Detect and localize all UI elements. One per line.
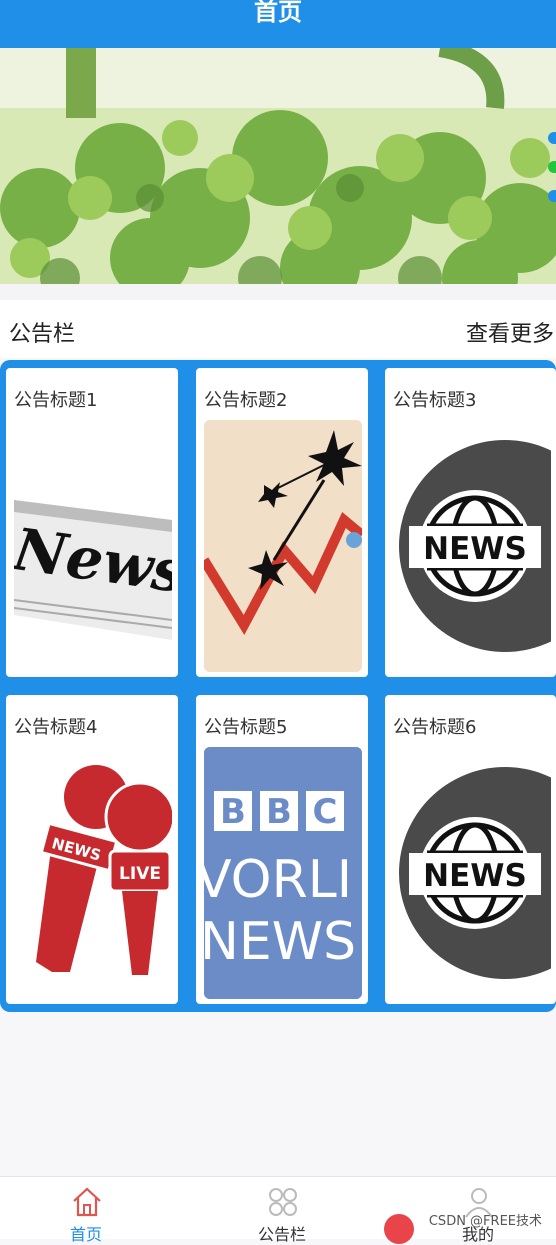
- carousel-indicators: [548, 132, 556, 219]
- top-navigation-bar: 首页: [0, 0, 556, 48]
- svg-text:NEWS: NEWS: [423, 858, 527, 894]
- notice-card-title: 公告标题4: [14, 717, 98, 738]
- notice-card-title: 公告标题3: [393, 390, 477, 411]
- notice-card-title: 公告标题6: [393, 717, 477, 738]
- section-gap: [0, 284, 556, 300]
- tab-home-label: 首页: [69, 1225, 102, 1244]
- notice-card-title: 公告标题2: [204, 390, 288, 411]
- svg-text:B: B: [220, 792, 246, 832]
- clover-banner-image: [0, 48, 556, 284]
- bbc-world-news-image: B B C VORLI NEWS: [204, 747, 362, 999]
- tab-notice-label: 公告栏: [257, 1225, 306, 1244]
- banner-carousel[interactable]: [0, 48, 556, 284]
- record-indicator-badge: [384, 1214, 414, 1244]
- tab-home[interactable]: 首页: [26, 1177, 146, 1244]
- svg-text:B: B: [266, 792, 292, 832]
- page-title: 首页: [254, 0, 302, 26]
- view-more-link[interactable]: 查看更多: [466, 316, 554, 348]
- chart-explosion-image: [204, 420, 362, 672]
- newspaper-news-image: News: [14, 420, 172, 672]
- indicator-dot-1[interactable]: [548, 132, 556, 144]
- notice-card[interactable]: 公告标题6 NEWS: [385, 695, 556, 1004]
- notice-card[interactable]: 公告标题1 News: [6, 368, 178, 677]
- tab-notice[interactable]: 公告栏: [222, 1177, 342, 1244]
- globe-news-image: NEWS: [393, 420, 551, 672]
- notice-card-title: 公告标题1: [14, 390, 98, 411]
- watermark-text: CSDN @FREE技术: [428, 1214, 542, 1229]
- notice-grid: 公告标题1 News 公告标题2 公告标题3 NEWS 公告标题4 NEWS L…: [0, 360, 556, 1012]
- notice-card[interactable]: 公告标题5 B B C VORLI NEWS: [196, 695, 368, 1004]
- svg-text:VORLI: VORLI: [204, 850, 352, 910]
- svg-text:LIVE: LIVE: [119, 864, 161, 884]
- grid-icon: [269, 1188, 297, 1216]
- notice-card-title: 公告标题5: [204, 717, 288, 738]
- notice-section-header: 公告栏 查看更多: [0, 300, 556, 358]
- indicator-dot-2[interactable]: [548, 161, 556, 173]
- notice-card[interactable]: 公告标题4 NEWS LIVE: [6, 695, 178, 1004]
- notice-card[interactable]: 公告标题3 NEWS: [385, 368, 556, 677]
- svg-text:NEWS: NEWS: [423, 531, 527, 567]
- microphones-live-image: NEWS LIVE: [14, 747, 172, 999]
- svg-text:NEWS: NEWS: [204, 912, 356, 972]
- notice-card[interactable]: 公告标题2: [196, 368, 368, 677]
- notice-section-title: 公告栏: [9, 322, 76, 347]
- svg-text:C: C: [313, 792, 338, 832]
- globe-news-image: NEWS: [393, 747, 551, 999]
- tab-profile[interactable]: 我的: [418, 1177, 538, 1244]
- home-icon: [73, 1187, 101, 1217]
- bottom-tab-bar: 首页 公告栏 我的: [0, 1176, 556, 1244]
- indicator-dot-3[interactable]: [548, 190, 556, 202]
